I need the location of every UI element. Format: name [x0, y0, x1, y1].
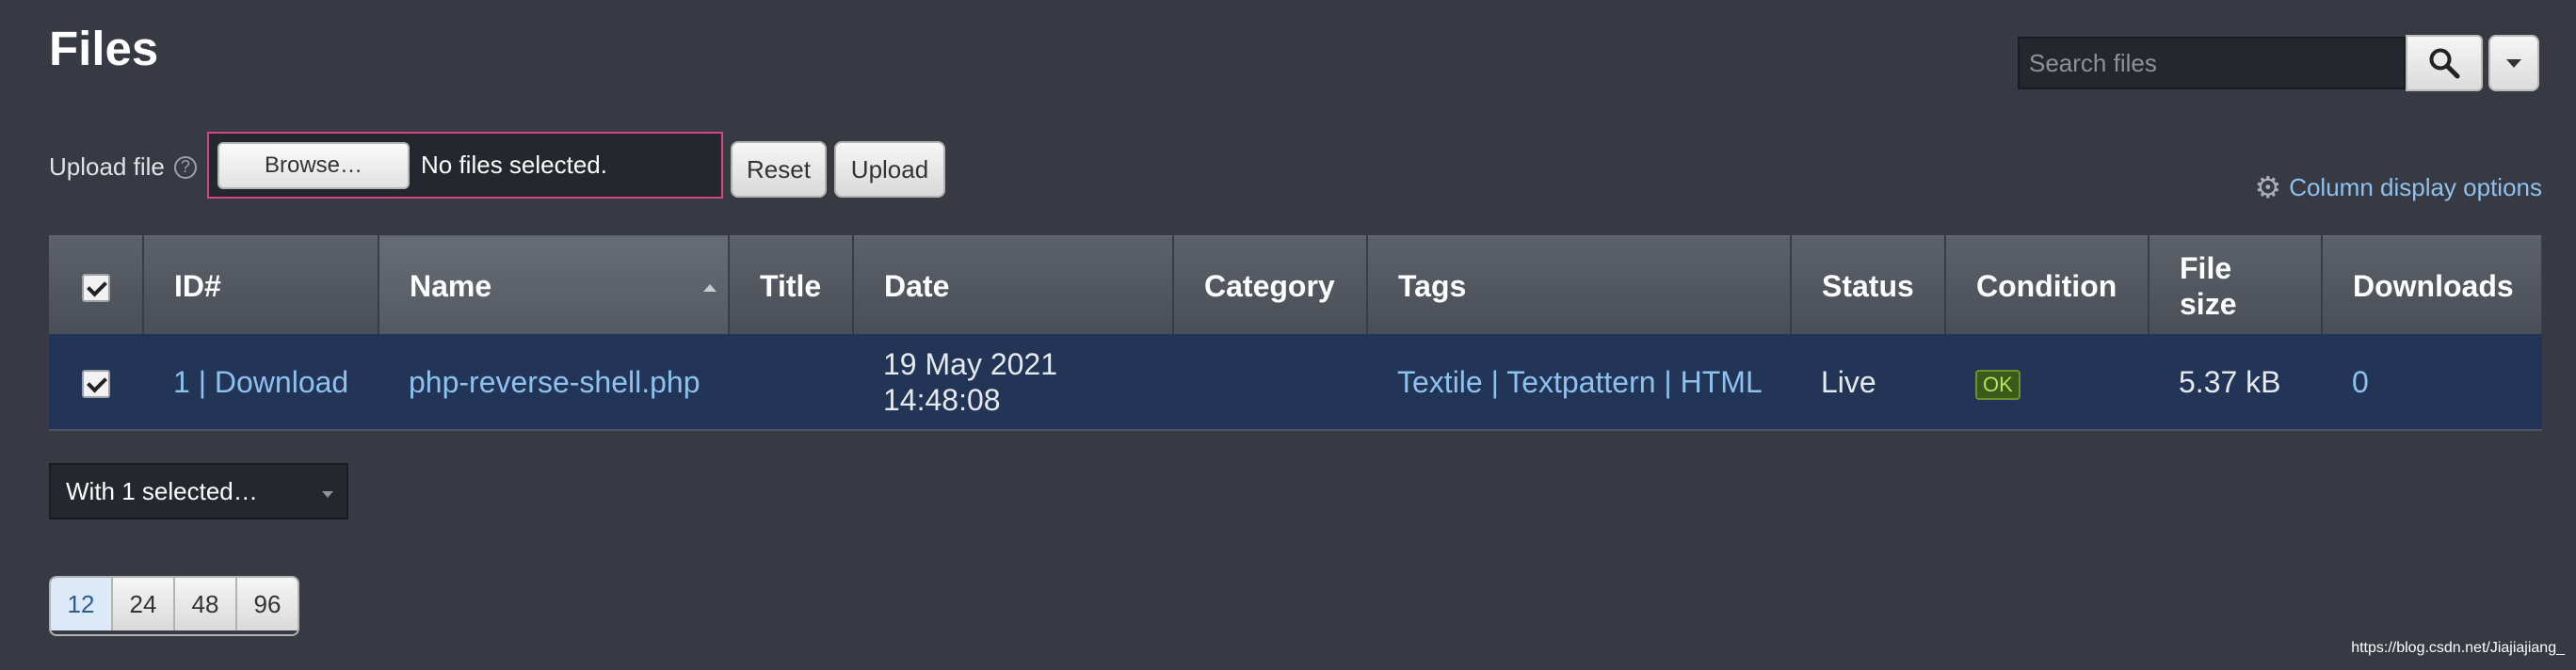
id-separator: | [198, 364, 206, 399]
upload-button[interactable]: Upload [834, 141, 945, 198]
page-title: Files [49, 22, 159, 75]
date-value: 19 May 2021 [883, 346, 1058, 381]
page-size-selector: 12 24 48 96 [49, 576, 299, 636]
page-size-option[interactable]: 96 [237, 578, 298, 630]
reset-button[interactable]: Reset [731, 141, 827, 198]
id-cell: 1 | Download [143, 334, 378, 431]
tag-link[interactable]: Textpattern [1506, 365, 1655, 399]
chevron-down-icon [322, 491, 333, 498]
select-all-header [49, 235, 144, 334]
column-header-status[interactable]: Status [1791, 235, 1946, 334]
column-header-name[interactable]: Name [378, 235, 730, 334]
upload-file-label: Upload file [49, 152, 165, 181]
downloads-cell: 0 [2322, 334, 2542, 431]
column-header-title[interactable]: Title [729, 235, 854, 334]
bulk-action-select[interactable]: With 1 selected… [49, 463, 348, 519]
help-icon[interactable]: ? [173, 155, 197, 179]
row-select-cell [49, 334, 143, 431]
files-table-container: ID# Name Title Date Category Tags Status… [49, 235, 2543, 431]
column-header-condition[interactable]: Condition [1945, 235, 2149, 334]
upload-file-label-group: Upload file ? [49, 152, 197, 182]
search-options-dropdown[interactable] [2488, 35, 2539, 91]
name-cell: php-reverse-shell.php [378, 334, 729, 431]
page-size-option[interactable]: 12 [51, 578, 113, 630]
search-input[interactable] [2018, 37, 2406, 89]
tag-separator: | [1664, 364, 1672, 399]
chevron-down-icon [2506, 58, 2521, 68]
table-row: 1 | Download php-reverse-shell.php 19 Ma… [49, 334, 2542, 431]
page-size-option[interactable]: 48 [175, 578, 237, 630]
title-cell [729, 334, 853, 431]
column-header-category[interactable]: Category [1173, 235, 1368, 334]
browse-button[interactable]: Browse… [217, 141, 410, 189]
column-display-options-link[interactable]: ⚙ Column display options [2255, 172, 2543, 202]
watermark: https://blog.csdn.net/Jiajiajiang_ [2351, 640, 2565, 656]
page-size-option[interactable]: 24 [113, 578, 175, 630]
files-table: ID# Name Title Date Category Tags Status… [49, 235, 2543, 431]
downloads-count-link[interactable]: 0 [2352, 365, 2369, 399]
file-selection-status: No files selected. [421, 151, 607, 179]
status-badge: OK [1975, 370, 2021, 400]
search-bar [2018, 35, 2539, 93]
tag-separator: | [1490, 364, 1499, 399]
tag-link[interactable]: Textile [1397, 365, 1483, 399]
search-icon [2429, 48, 2460, 79]
file-input[interactable]: Browse… No files selected. [207, 132, 723, 199]
sort-ascending-icon [703, 284, 716, 292]
table-header-row: ID# Name Title Date Category Tags Status… [49, 235, 2543, 334]
column-display-options-label: Column display options [2289, 172, 2542, 201]
file-size-header-line2: size [2180, 286, 2237, 321]
file-size-cell: 5.37 kB [2149, 334, 2322, 431]
file-id-link[interactable]: 1 [173, 365, 190, 399]
condition-cell: OK [1945, 334, 2149, 431]
row-select-checkbox[interactable] [82, 370, 110, 399]
file-size-header-line1: File [2180, 250, 2232, 285]
category-cell [1173, 334, 1367, 431]
date-cell: 19 May 2021 14:48:08 [853, 334, 1173, 431]
column-header-name-label: Name [410, 268, 492, 303]
file-name-link[interactable]: php-reverse-shell.php [409, 365, 700, 399]
column-header-date[interactable]: Date [853, 235, 1174, 334]
column-header-tags[interactable]: Tags [1367, 235, 1792, 334]
column-header-downloads[interactable]: Downloads [2322, 235, 2543, 334]
bulk-action-label: With 1 selected… [66, 476, 258, 505]
gear-icon: ⚙ [2254, 170, 2282, 204]
download-link[interactable]: Download [215, 365, 348, 399]
select-all-checkbox[interactable] [81, 274, 110, 303]
tags-cell: Textile | Textpattern | HTML [1367, 334, 1791, 431]
column-header-id[interactable]: ID# [143, 235, 379, 334]
column-header-file-size[interactable]: File size [2149, 235, 2323, 334]
tag-link[interactable]: HTML [1681, 365, 1763, 399]
time-value: 14:48:08 [883, 382, 1001, 417]
status-cell: Live [1791, 334, 1945, 431]
search-button[interactable] [2406, 35, 2483, 91]
